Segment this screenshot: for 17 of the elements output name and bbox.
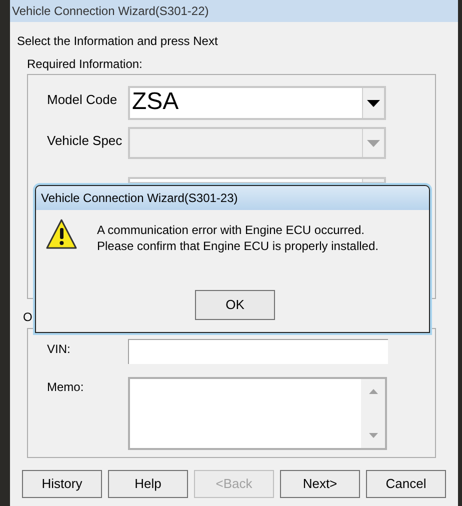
instruction-text: Select the Information and press Next [17, 33, 219, 49]
field-label: Memo: [46, 379, 85, 396]
window-title: Vehicle Connection Wizard(S301-22) [12, 3, 209, 20]
field-label: Model Code [46, 91, 118, 109]
group-label: Required Information: [27, 56, 144, 72]
group-label: O [23, 309, 32, 325]
dropdown[interactable]: ZSA [128, 86, 386, 120]
wizard-button[interactable]: Cancel [366, 470, 446, 498]
field-label: VIN: [46, 341, 72, 358]
wizard-button[interactable]: Next> [280, 470, 360, 498]
wizard-button[interactable]: History [22, 470, 102, 498]
dropdown-value: ZSA [131, 88, 180, 117]
error-message: A communication error with Engine ECU occurred. Please confirm that Engine ECU is properly installed. [97, 222, 378, 254]
ok-button[interactable]: OK [195, 290, 275, 320]
field-label: Vehicle Spec [46, 132, 124, 150]
wizard-button[interactable]: Help [108, 470, 188, 498]
dialog-title: Vehicle Connection Wizard(S301-23) [41, 190, 238, 207]
